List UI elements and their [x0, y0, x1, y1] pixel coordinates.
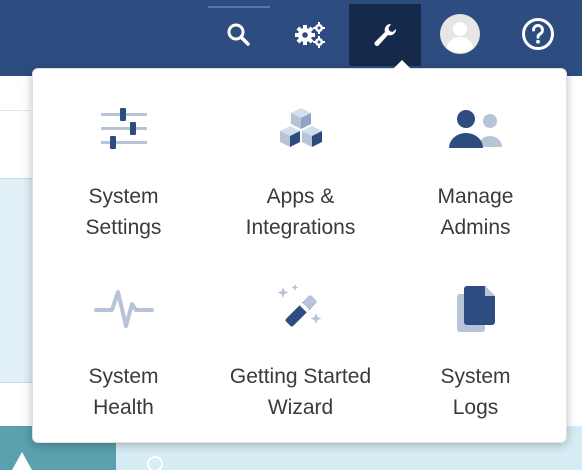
menu-item-label: System Logs: [440, 365, 511, 419]
settings-gears-button[interactable]: [280, 0, 340, 68]
dropdown-caret: [393, 60, 411, 69]
background-triangle-icon: [12, 452, 32, 470]
gears-icon: [293, 20, 327, 48]
menu-item-label: Apps & Integrations: [245, 185, 356, 239]
tools-menu-button[interactable]: [349, 4, 421, 66]
menu-item-label: System Settings: [85, 185, 162, 239]
help-button[interactable]: [508, 0, 568, 68]
sliders-icon: [99, 99, 149, 159]
search-button[interactable]: [208, 0, 268, 68]
tools-dropdown-menu: System Settings Apps & Integrations Mana…: [32, 60, 567, 443]
cubes-icon: [275, 99, 327, 159]
users-icon: [446, 99, 506, 159]
menu-item-label: Getting Started Wizard: [229, 365, 372, 419]
menu-item-apps-integrations[interactable]: Apps & Integrations: [214, 69, 387, 252]
menu-item-manage-admins[interactable]: Manage Admins: [387, 69, 564, 252]
heartbeat-icon: [93, 279, 154, 339]
top-navigation-bar: [0, 0, 582, 76]
search-icon: [225, 21, 251, 47]
avatar-icon: [439, 13, 481, 55]
user-avatar-button[interactable]: [430, 0, 490, 68]
menu-item-getting-started-wizard[interactable]: Getting Started Wizard: [214, 252, 387, 436]
menu-item-label: Manage Admins: [437, 185, 514, 239]
background-divider: [0, 110, 30, 111]
wrench-icon: [371, 21, 399, 49]
menu-item-system-settings[interactable]: System Settings: [33, 69, 214, 252]
menu-item-label: System Health: [88, 365, 159, 419]
magic-wand-icon: [275, 279, 327, 339]
documents-icon: [453, 279, 499, 339]
menu-item-system-logs[interactable]: System Logs: [387, 252, 564, 436]
help-icon: [521, 17, 555, 51]
menu-item-system-health[interactable]: System Health: [33, 252, 214, 436]
